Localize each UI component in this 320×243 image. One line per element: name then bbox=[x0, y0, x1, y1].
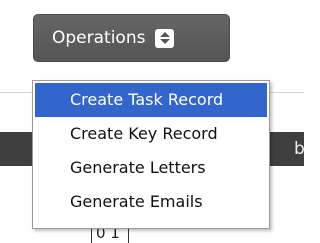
menu-item-create-key-record[interactable]: Create Key Record bbox=[35, 117, 267, 151]
operations-button-label: Operations bbox=[52, 28, 146, 48]
up-down-arrows-icon bbox=[155, 28, 175, 48]
menu-item-create-task-record[interactable]: Create Task Record bbox=[35, 83, 267, 117]
operations-button[interactable]: Operations bbox=[33, 14, 230, 62]
menu-item-generate-letters[interactable]: Generate Letters bbox=[35, 151, 267, 185]
menu-item-generate-emails[interactable]: Generate Emails bbox=[35, 185, 267, 219]
app-viewport: b 0 1 Operations Create Task Record Crea… bbox=[0, 0, 304, 243]
operations-dropdown-menu: Create Task Record Create Key Record Gen… bbox=[32, 80, 270, 229]
table-header-partial-text: b bbox=[294, 139, 304, 159]
